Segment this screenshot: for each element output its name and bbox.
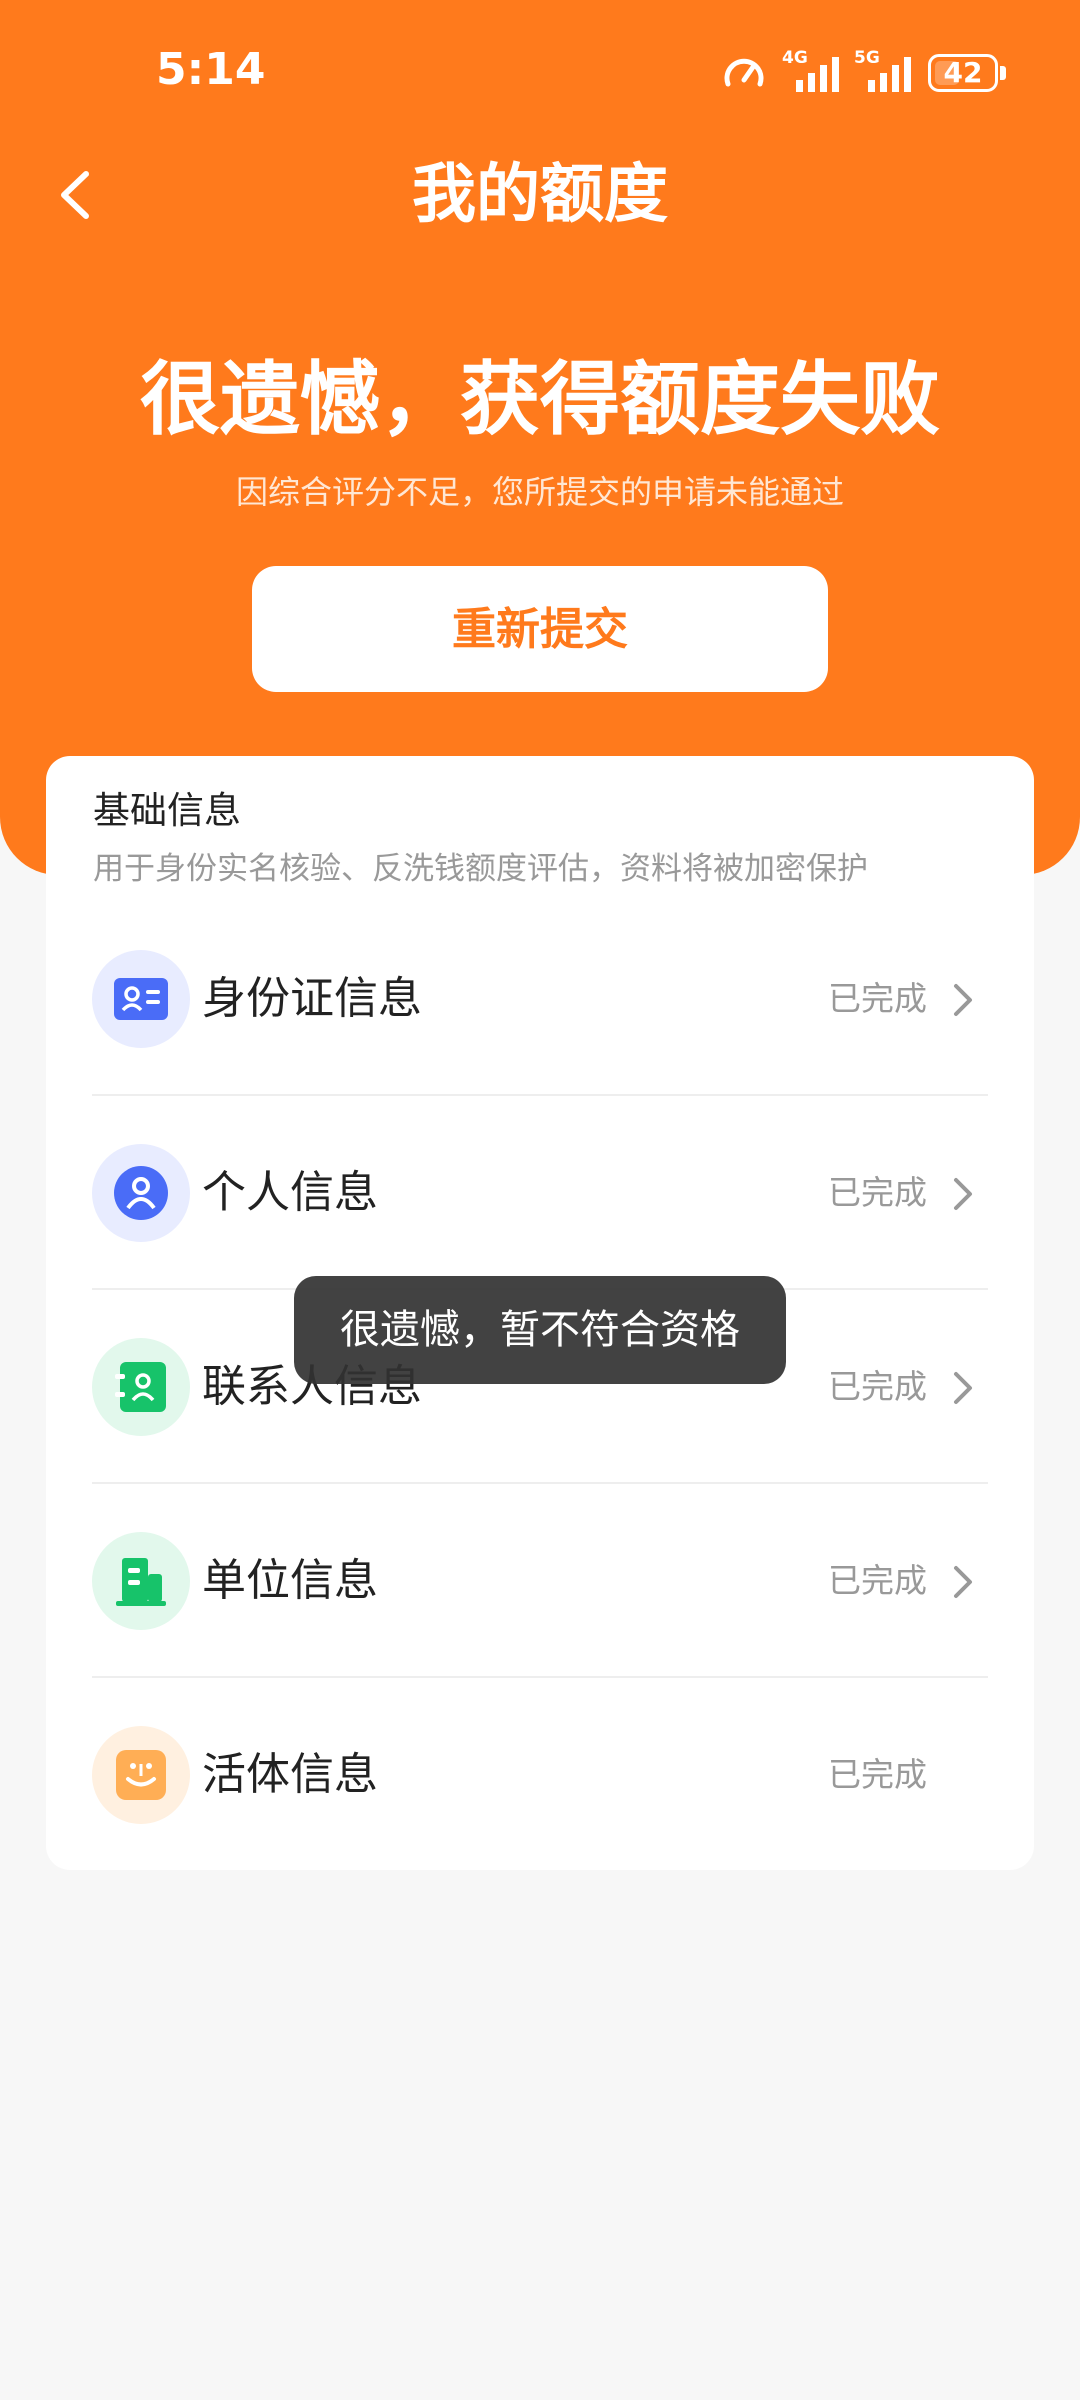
chevron-right-icon bbox=[954, 984, 972, 1016]
person-icon bbox=[114, 1166, 168, 1220]
signal-bars-icon bbox=[796, 57, 839, 92]
contact-book-icon-bg bbox=[92, 1338, 190, 1436]
chevron-right-icon bbox=[954, 1178, 972, 1210]
result-title: 很遗憾，获得额度失败 bbox=[140, 353, 940, 446]
status-icons: 4G 5G 42 bbox=[722, 48, 1012, 98]
building-icon-bg bbox=[92, 1532, 190, 1630]
row-label: 个人信息 bbox=[202, 1167, 378, 1218]
face-scan-icon bbox=[116, 1750, 166, 1800]
info-row-id-card[interactable]: 身份证信息 已完成 bbox=[46, 902, 1034, 1096]
row-label: 单位信息 bbox=[202, 1555, 378, 1606]
resubmit-button[interactable]: 重新提交 bbox=[252, 566, 828, 692]
data-speed-icon bbox=[724, 58, 764, 87]
status-bar: 5:14 4G 5G 42 bbox=[0, 0, 1080, 150]
row-status: 已完成 bbox=[828, 1755, 927, 1794]
page-title: 我的额度 bbox=[412, 158, 668, 232]
row-status: 已完成 bbox=[828, 1367, 927, 1406]
row-status: 已完成 bbox=[828, 979, 927, 1018]
status-time: 5:14 bbox=[156, 44, 266, 95]
row-label: 身份证信息 bbox=[202, 973, 422, 1024]
id-card-icon-bg bbox=[92, 950, 190, 1048]
person-icon-bg bbox=[92, 1144, 190, 1242]
id-card-icon bbox=[114, 978, 168, 1020]
row-status: 已完成 bbox=[828, 1173, 927, 1212]
signal-4g-icon: 4G bbox=[782, 48, 848, 98]
result-subtitle: 因综合评分不足，您所提交的申请未能通过 bbox=[235, 473, 844, 511]
face-scan-icon-bg bbox=[92, 1726, 190, 1824]
row-status: 已完成 bbox=[828, 1561, 927, 1600]
info-row-liveness[interactable]: 活体信息 已完成 bbox=[46, 1678, 1034, 1872]
contact-book-icon bbox=[115, 1362, 166, 1412]
signal-5g-icon: 5G bbox=[854, 48, 920, 98]
card-description: 用于身份实名核验、反洗钱额度评估，资料将被加密保护 bbox=[93, 851, 868, 887]
info-row-personal[interactable]: 个人信息 已完成 bbox=[46, 1096, 1034, 1290]
row-label: 活体信息 bbox=[202, 1749, 378, 1800]
battery-tip bbox=[1000, 66, 1006, 80]
toast-message: 很遗憾，暂不符合资格 bbox=[294, 1276, 786, 1384]
chevron-right-icon bbox=[954, 1566, 972, 1598]
signal-bars-icon bbox=[868, 57, 911, 92]
battery-percentage: 42 bbox=[943, 56, 983, 89]
card-title: 基础信息 bbox=[93, 789, 241, 832]
info-row-company[interactable]: 单位信息 已完成 bbox=[46, 1484, 1034, 1678]
chevron-right-icon bbox=[954, 1372, 972, 1404]
building-icon bbox=[116, 1558, 166, 1606]
battery-icon: 42 bbox=[928, 54, 998, 92]
